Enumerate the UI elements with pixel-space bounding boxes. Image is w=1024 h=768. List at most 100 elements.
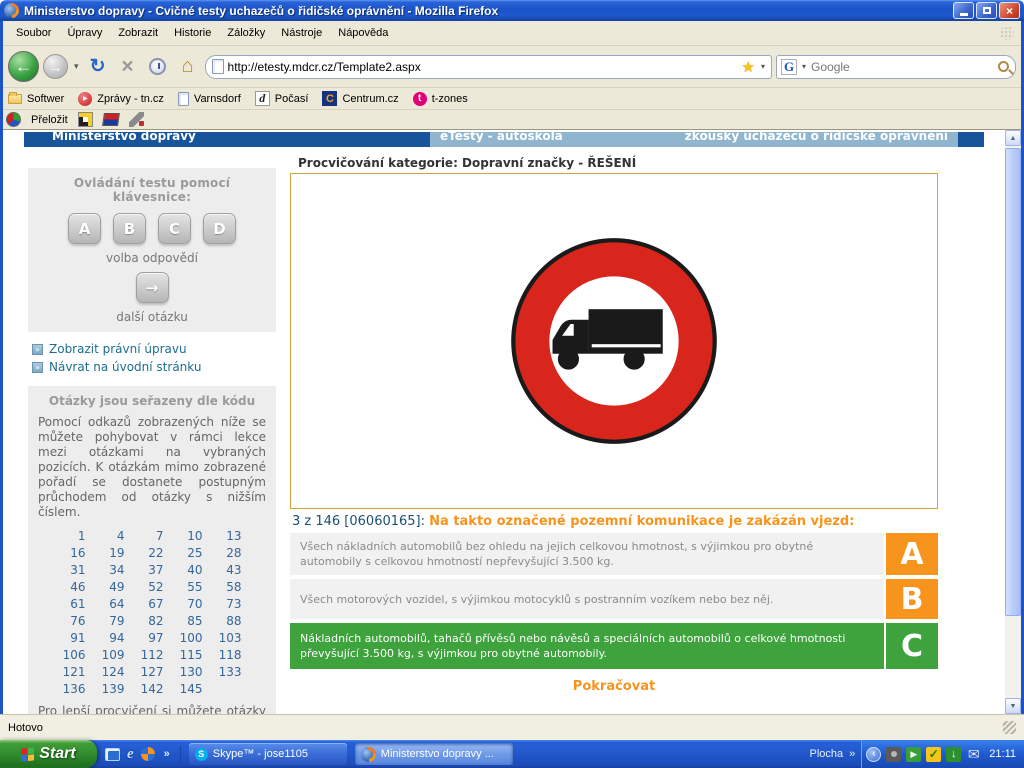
- question-number-link[interactable]: 4: [94, 529, 133, 543]
- question-number-link[interactable]: 25: [172, 546, 211, 560]
- menu-nastroje[interactable]: Nástroje: [273, 23, 330, 43]
- bookmark-varnsdorf[interactable]: Varnsdorf: [178, 92, 241, 106]
- question-number-link[interactable]: 82: [133, 614, 172, 628]
- back-button[interactable]: ←: [8, 51, 39, 82]
- question-number-link[interactable]: 142: [133, 682, 172, 696]
- bookmark-centrum[interactable]: CCentrum.cz: [322, 91, 398, 106]
- internet-explorer-icon[interactable]: e: [127, 746, 134, 763]
- bookmark-zpravy[interactable]: ▶Zprávy - tn.cz: [78, 92, 164, 106]
- bookmark-star-icon[interactable]: ★: [742, 58, 755, 76]
- question-number-link[interactable]: 118: [211, 648, 250, 662]
- start-button[interactable]: Start: [0, 740, 97, 768]
- answer-letter-badge[interactable]: C: [886, 623, 938, 669]
- desktop-toolbar[interactable]: Plocha »: [810, 748, 862, 760]
- search-engine-caret[interactable]: ▾: [800, 62, 808, 71]
- quicklaunch-overflow-chevron[interactable]: »: [162, 748, 172, 760]
- question-number-link[interactable]: 139: [94, 682, 133, 696]
- tray-antivirus-icon[interactable]: ✓: [926, 747, 941, 762]
- question-number-link[interactable]: 49: [94, 580, 133, 594]
- question-number-link[interactable]: 133: [211, 665, 250, 679]
- link-show-legal[interactable]: Zobrazit právní úpravu: [49, 342, 187, 356]
- taskbar-clock[interactable]: 21:11: [989, 748, 1016, 760]
- answer-letter-badge[interactable]: A: [886, 533, 938, 575]
- window-titlebar[interactable]: Ministerstvo dopravy - Cvičné testy ucha…: [0, 0, 1024, 21]
- menu-napoveda[interactable]: Nápověda: [330, 23, 396, 43]
- dictionary-icon[interactable]: [102, 113, 120, 126]
- question-number-link[interactable]: 19: [94, 546, 133, 560]
- question-number-link[interactable]: 121: [55, 665, 94, 679]
- question-number-link[interactable]: 97: [133, 631, 172, 645]
- question-number-link[interactable]: 70: [172, 597, 211, 611]
- resize-grip[interactable]: [1003, 721, 1016, 734]
- question-number-link[interactable]: 28: [211, 546, 250, 560]
- reload-button[interactable]: ↻: [85, 54, 111, 80]
- question-number-link[interactable]: 16: [55, 546, 94, 560]
- search-magnifier-icon[interactable]: [998, 61, 1009, 72]
- scrollbar-thumb[interactable]: [1005, 148, 1021, 616]
- history-button[interactable]: [145, 54, 171, 80]
- question-number-link[interactable]: 31: [55, 563, 94, 577]
- vertical-scrollbar[interactable]: ▲ ▼: [1005, 130, 1021, 714]
- task-button-firefox[interactable]: Ministerstvo dopravy ...: [355, 743, 513, 765]
- bookmark-tzones[interactable]: tt-zones: [413, 92, 468, 106]
- question-number-link[interactable]: 7: [133, 529, 172, 543]
- answer-text[interactable]: Nákladních automobilů, tahačů přívěsů ne…: [290, 623, 884, 669]
- answer-row-b[interactable]: Všech motorových vozidel, s výjimkou mot…: [290, 579, 938, 619]
- question-number-link[interactable]: 136: [55, 682, 94, 696]
- search-input[interactable]: [811, 60, 995, 74]
- stop-button[interactable]: ×: [115, 54, 141, 80]
- bookmark-pocasi[interactable]: dPočasí: [255, 91, 309, 106]
- question-number-link[interactable]: 52: [133, 580, 172, 594]
- question-number-link[interactable]: 100: [172, 631, 211, 645]
- tray-camera-icon[interactable]: [886, 747, 901, 762]
- menu-historie[interactable]: Historie: [166, 23, 219, 43]
- question-number-link[interactable]: 112: [133, 648, 172, 662]
- question-number-link[interactable]: 40: [172, 563, 211, 577]
- link-legal-row[interactable]: »Zobrazit právní úpravu: [32, 342, 276, 356]
- task-button-skype[interactable]: S Skype™ - jose1105: [189, 743, 347, 765]
- media-player-icon[interactable]: [141, 747, 155, 761]
- restore-button[interactable]: [976, 2, 997, 19]
- question-number-link[interactable]: 145: [172, 682, 211, 696]
- forward-button[interactable]: →: [43, 54, 68, 79]
- question-number-link[interactable]: 73: [211, 597, 250, 611]
- close-button[interactable]: ×: [999, 2, 1020, 19]
- bookmark-softwer[interactable]: Softwer: [8, 93, 64, 105]
- question-number-link[interactable]: 127: [133, 665, 172, 679]
- answer-row-c-correct[interactable]: Nákladních automobilů, tahačů přívěsů ne…: [290, 623, 938, 669]
- question-number-link[interactable]: 34: [94, 563, 133, 577]
- url-dropdown-caret[interactable]: ▾: [759, 62, 767, 71]
- menu-upravy[interactable]: Úpravy: [59, 23, 110, 43]
- question-number-link[interactable]: 79: [94, 614, 133, 628]
- search-box[interactable]: G ▾: [776, 55, 1016, 79]
- question-number-link[interactable]: 106: [55, 648, 94, 662]
- translate-button[interactable]: Přeložit: [31, 114, 68, 126]
- question-number-link[interactable]: 88: [211, 614, 250, 628]
- tray-update-icon[interactable]: ↓: [946, 747, 961, 762]
- link-home-row[interactable]: »Návrat na úvodní stránku: [32, 360, 276, 374]
- question-number-link[interactable]: 10: [172, 529, 211, 543]
- answer-text[interactable]: Všech motorových vozidel, s výjimkou mot…: [290, 579, 884, 619]
- minimize-button[interactable]: [953, 2, 974, 19]
- menu-soubor[interactable]: Soubor: [8, 23, 59, 43]
- translate-tools-icon[interactable]: [129, 112, 144, 127]
- home-button[interactable]: ⌂: [175, 54, 201, 80]
- answer-row-a[interactable]: Všech nákladních automobilů bez ohledu n…: [290, 533, 938, 575]
- link-return-home[interactable]: Návrat na úvodní stránku: [49, 360, 201, 374]
- translate-page-icon[interactable]: [78, 112, 93, 127]
- question-number-link[interactable]: 67: [133, 597, 172, 611]
- question-number-link[interactable]: 94: [94, 631, 133, 645]
- menu-zobrazit[interactable]: Zobrazit: [110, 23, 166, 43]
- history-dropdown-caret[interactable]: ▾: [72, 61, 81, 72]
- question-number-link[interactable]: 37: [133, 563, 172, 577]
- answer-text[interactable]: Všech nákladních automobilů bez ohledu n…: [290, 533, 884, 575]
- url-bar[interactable]: ★ ▾: [205, 55, 772, 79]
- question-number-link[interactable]: 109: [94, 648, 133, 662]
- question-number-link[interactable]: 64: [94, 597, 133, 611]
- menu-zalozky[interactable]: Záložky: [219, 23, 273, 43]
- question-number-link[interactable]: 91: [55, 631, 94, 645]
- show-desktop-icon[interactable]: [105, 748, 120, 761]
- question-number-link[interactable]: 115: [172, 648, 211, 662]
- question-number-link[interactable]: 22: [133, 546, 172, 560]
- url-input[interactable]: [228, 60, 738, 74]
